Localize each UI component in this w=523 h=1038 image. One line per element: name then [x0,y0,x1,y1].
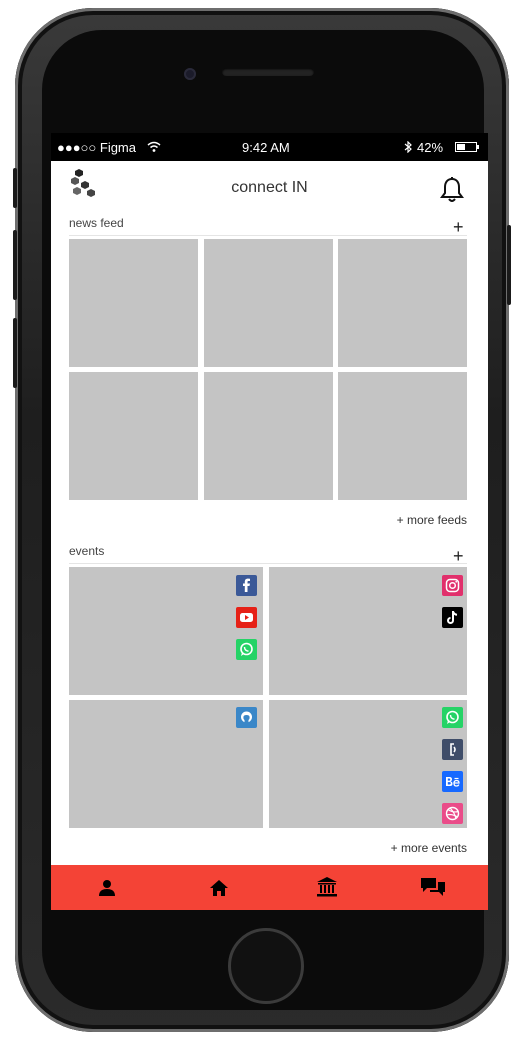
status-bar: ●●●○○ Figma 9:42 AM 42% [51,133,488,161]
news-feed-tile[interactable] [204,239,333,367]
news-feed-tile[interactable] [69,372,198,500]
front-camera [184,68,196,80]
tab-profile[interactable] [77,865,137,910]
behance-icon[interactable] [442,771,463,792]
mute-switch [13,168,17,208]
events-divider [69,563,467,564]
carrier-label: ●●●○○ Figma [57,140,136,155]
battery-percent: 42% [417,140,444,155]
whatsapp-icon[interactable] [442,707,463,728]
clock: 9:42 AM [242,140,290,155]
screen: ●●●○○ Figma 9:42 AM 42% connect IN news … [51,133,488,910]
event-card[interactable] [269,700,467,828]
news-feed-label: news feed [69,216,124,230]
institution-icon [317,877,337,897]
news-feed-divider [69,235,467,236]
app-title: connect IN [231,179,308,196]
bluetooth-icon [404,141,412,153]
google-scholar-icon[interactable] [442,739,463,760]
home-icon [210,880,228,896]
event-card[interactable] [269,567,467,695]
app-header: connect IN [51,161,488,211]
bottom-tab-bar [51,865,488,910]
tab-institution[interactable] [297,865,357,910]
volume-up-button [13,230,17,300]
battery-tip [477,145,479,149]
tab-home[interactable] [189,865,249,910]
facebook-icon[interactable] [236,575,257,596]
battery-icon [455,142,477,152]
whatsapp-icon[interactable] [236,639,257,660]
events-label: events [69,544,105,558]
dribbble-icon[interactable] [442,803,463,824]
wifi-icon [147,141,161,152]
chat-icon [421,878,445,896]
add-news-button[interactable]: + [453,218,464,236]
instagram-icon[interactable] [442,575,463,596]
more-feeds-link[interactable]: + more feeds [267,513,467,527]
event-card[interactable] [69,700,263,828]
bell-icon[interactable] [439,176,465,204]
more-events-link[interactable]: + more events [267,841,467,855]
power-button [507,225,511,305]
github-icon[interactable] [236,707,257,728]
news-feed-tile[interactable] [338,372,467,500]
news-feed-tile[interactable] [69,239,198,367]
news-feed-tile[interactable] [338,239,467,367]
profile-icon [99,880,115,896]
earpiece-speaker [222,68,314,76]
tiktok-icon[interactable] [442,607,463,628]
home-button[interactable] [228,928,304,1004]
youtube-icon[interactable] [236,607,257,628]
event-card[interactable] [69,567,263,695]
volume-down-button [13,318,17,388]
news-feed-tile[interactable] [204,372,333,500]
tab-chat[interactable] [404,865,464,910]
